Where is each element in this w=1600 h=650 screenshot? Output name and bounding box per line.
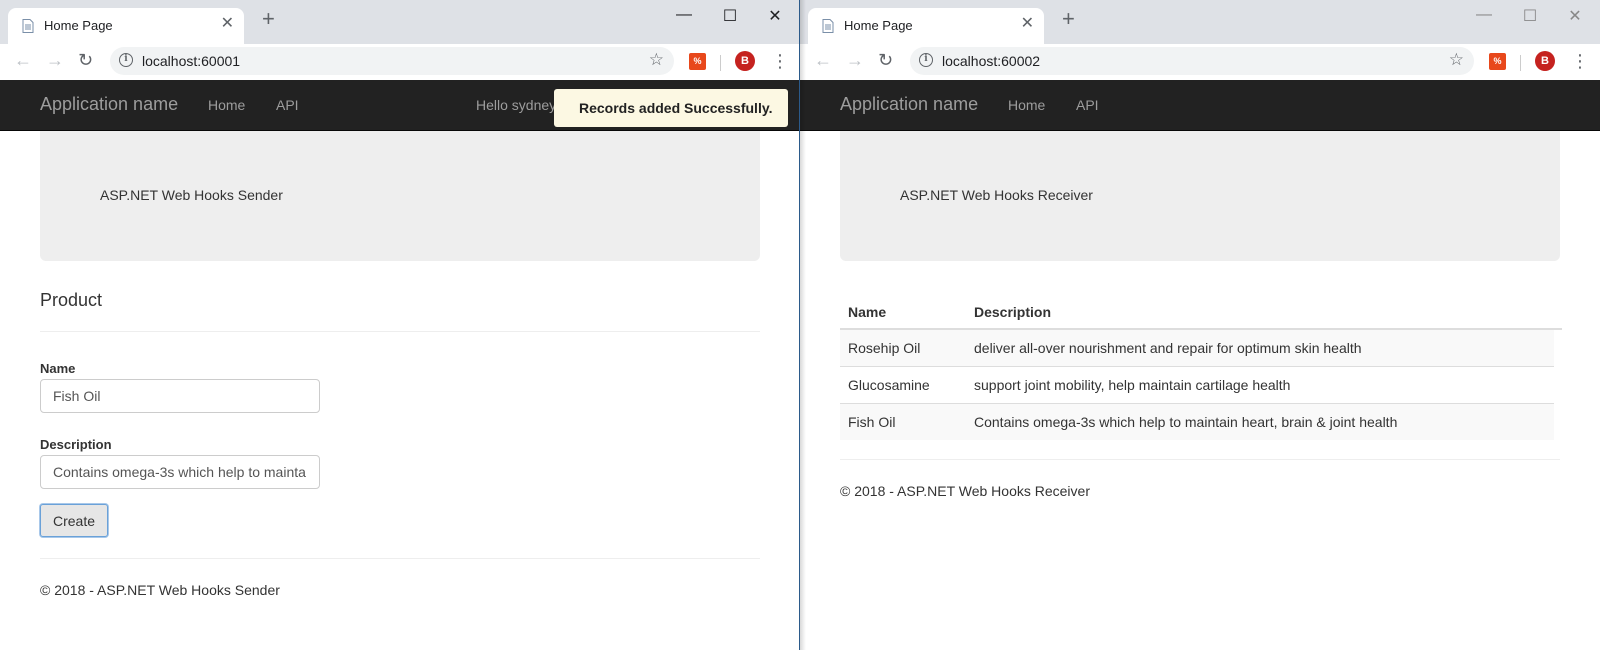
extension-icon[interactable]: %: [1489, 53, 1506, 70]
create-button[interactable]: Create: [40, 504, 108, 537]
tab-title: Home Page: [844, 18, 913, 33]
minimize-icon[interactable]: —: [672, 6, 696, 24]
toolbar-divider: [1520, 55, 1521, 71]
jumbotron-text: ASP.NET Web Hooks Sender: [100, 187, 283, 203]
cell-description: support joint mobility, help maintain ca…: [966, 366, 1554, 404]
extension-icon[interactable]: %: [689, 53, 706, 70]
close-window-icon[interactable]: ✕: [763, 6, 787, 26]
browser-menu-icon[interactable]: ⋮: [1571, 51, 1589, 71]
back-icon[interactable]: ←: [814, 50, 832, 70]
footer-divider: [40, 558, 760, 559]
nav-link-api[interactable]: API: [1076, 97, 1099, 113]
forward-icon[interactable]: →: [846, 50, 864, 70]
profile-avatar[interactable]: B: [735, 51, 755, 71]
jumbotron-text: ASP.NET Web Hooks Receiver: [900, 187, 1093, 203]
site-info-icon[interactable]: i: [919, 53, 933, 67]
maximize-icon[interactable]: ☐: [718, 6, 742, 26]
page-favicon-icon: [22, 19, 34, 33]
url-text: localhost:60001: [142, 53, 241, 69]
url-text: localhost:60002: [942, 53, 1041, 69]
nav-link-home[interactable]: Home: [208, 97, 245, 113]
nav-link-home[interactable]: Home: [1008, 97, 1045, 113]
toolbar-divider: [720, 55, 721, 71]
browser-tab[interactable]: Home Page ✕: [808, 8, 1044, 44]
cell-description: deliver all-over nourishment and repair …: [966, 328, 1554, 367]
description-label: Description: [40, 437, 112, 452]
back-icon[interactable]: ←: [14, 50, 32, 70]
new-tab-icon[interactable]: +: [262, 8, 275, 30]
tab-strip: Home Page ✕ + — ☐ ✕: [800, 0, 1600, 44]
name-label: Name: [40, 361, 76, 376]
jumbotron: ASP.NET Web Hooks Receiver: [840, 131, 1560, 261]
name-input[interactable]: [40, 379, 320, 413]
footer-divider: [840, 459, 1560, 460]
close-window-icon[interactable]: ✕: [1563, 6, 1587, 26]
new-tab-icon[interactable]: +: [1062, 8, 1075, 30]
table-spacer: [1554, 296, 1562, 330]
browser-toolbar: ← → ↻ i localhost:60001 ☆ % B ⋮: [0, 44, 799, 81]
table-spacer: [1554, 329, 1562, 367]
table-row: Glucosamine support joint mobility, help…: [840, 366, 1562, 404]
footer-text: © 2018 - ASP.NET Web Hooks Receiver: [840, 483, 1090, 499]
window-shadow: [800, 0, 806, 650]
address-bar[interactable]: i localhost:60001 ☆: [110, 47, 674, 75]
profile-avatar[interactable]: B: [1535, 51, 1555, 71]
receiver-browser-window: Home Page ✕ + — ☐ ✕ ← → ↻ i localhost:60…: [800, 0, 1600, 650]
browser-tab[interactable]: Home Page ✕: [8, 8, 244, 44]
jumbotron: ASP.NET Web Hooks Sender: [40, 131, 760, 261]
page-favicon-icon: [822, 19, 834, 33]
maximize-icon[interactable]: ☐: [1518, 6, 1542, 26]
reload-icon[interactable]: ↻: [878, 50, 893, 70]
browser-toolbar: ← → ↻ i localhost:60002 ☆ % B ⋮: [800, 44, 1600, 81]
site-navbar: Application name Home API: [800, 80, 1600, 131]
success-toast: Records added Successfully.: [554, 89, 788, 127]
table-row: Fish Oil Contains omega-3s which help to…: [840, 403, 1562, 440]
minimize-icon[interactable]: —: [1472, 6, 1496, 24]
cell-name: Rosehip Oil: [840, 328, 966, 367]
navbar-brand[interactable]: Application name: [40, 94, 178, 115]
cell-description: Contains omega-3s which help to maintain…: [966, 403, 1554, 440]
section-divider: [40, 331, 760, 332]
close-tab-icon[interactable]: ✕: [221, 16, 234, 32]
column-header-description: Description: [966, 296, 1554, 330]
cell-name: Fish Oil: [840, 403, 966, 440]
address-bar[interactable]: i localhost:60002 ☆: [910, 47, 1474, 75]
reload-icon[interactable]: ↻: [78, 50, 93, 70]
tab-strip: Home Page ✕ + — ☐ ✕: [0, 0, 799, 44]
table-spacer: [1554, 403, 1562, 440]
footer-text: © 2018 - ASP.NET Web Hooks Sender: [40, 582, 280, 598]
bookmark-star-icon[interactable]: ☆: [649, 50, 664, 70]
greeting-text: Hello sydney: [476, 97, 557, 113]
column-header-name: Name: [840, 296, 966, 330]
navbar-brand[interactable]: Application name: [840, 94, 978, 115]
bookmark-star-icon[interactable]: ☆: [1449, 50, 1464, 70]
site-info-icon[interactable]: i: [119, 53, 133, 67]
table-row: Rosehip Oil deliver all-over nourishment…: [840, 328, 1562, 367]
description-input[interactable]: [40, 455, 320, 489]
form-heading: Product: [40, 290, 103, 310]
nav-link-api[interactable]: API: [276, 97, 299, 113]
table-spacer: [1554, 366, 1562, 404]
forward-icon[interactable]: →: [46, 50, 64, 70]
close-tab-icon[interactable]: ✕: [1021, 16, 1034, 32]
table-header-row: Name Description: [840, 296, 1562, 330]
browser-menu-icon[interactable]: ⋮: [771, 51, 789, 71]
products-table: Name Description Rosehip Oil deliver all…: [840, 296, 1562, 440]
cell-name: Glucosamine: [840, 366, 966, 404]
tab-title: Home Page: [44, 18, 113, 33]
